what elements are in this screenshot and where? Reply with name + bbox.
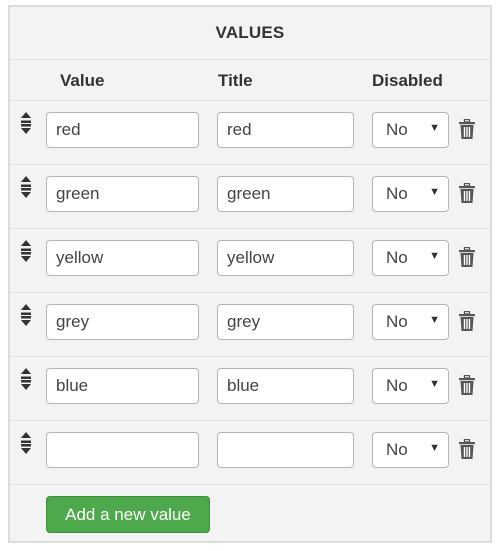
panel-title: VALUES — [10, 7, 490, 60]
trash-icon[interactable] — [459, 374, 475, 395]
disabled-select-value: No — [386, 312, 408, 331]
title-input[interactable] — [217, 368, 354, 404]
disabled-select-value: No — [386, 248, 408, 267]
drag-handle-icon[interactable] — [18, 367, 34, 391]
caret-down-icon: ▼ — [429, 186, 440, 198]
title-input[interactable] — [217, 176, 354, 212]
disabled-select[interactable]: No ▼ — [372, 304, 449, 340]
value-input[interactable] — [46, 240, 199, 276]
disabled-select[interactable]: No ▼ — [372, 112, 449, 148]
title-input[interactable] — [217, 112, 354, 148]
value-input[interactable] — [46, 432, 199, 468]
drag-handle-icon[interactable] — [18, 431, 34, 455]
column-header-value: Value — [60, 71, 105, 90]
caret-down-icon: ▼ — [429, 250, 440, 262]
caret-down-icon: ▼ — [429, 314, 440, 326]
add-new-value-button[interactable]: Add a new value — [46, 496, 210, 533]
title-input[interactable] — [217, 304, 354, 340]
drag-handle-icon[interactable] — [18, 111, 34, 135]
disabled-select-value: No — [386, 120, 408, 139]
title-input[interactable] — [217, 432, 354, 468]
value-row: No ▼ — [10, 293, 490, 357]
value-row: No ▼ — [10, 229, 490, 293]
value-input[interactable] — [46, 368, 199, 404]
trash-icon[interactable] — [459, 310, 475, 331]
disabled-select[interactable]: No ▼ — [372, 176, 449, 212]
trash-icon[interactable] — [459, 182, 475, 203]
trash-icon[interactable] — [459, 118, 475, 139]
value-input[interactable] — [46, 304, 199, 340]
caret-down-icon: ▼ — [429, 122, 440, 134]
disabled-select[interactable]: No ▼ — [372, 240, 449, 276]
disabled-select[interactable]: No ▼ — [372, 432, 449, 468]
disabled-select[interactable]: No ▼ — [372, 368, 449, 404]
value-row: No ▼ — [10, 357, 490, 421]
column-header-title: Title — [218, 71, 253, 90]
column-header-disabled: Disabled — [372, 71, 443, 90]
drag-handle-icon[interactable] — [18, 239, 34, 263]
value-row: No ▼ — [10, 101, 490, 165]
value-rows: No ▼ No ▼ No ▼ No ▼ No ▼ No ▼ — [10, 101, 490, 485]
drag-handle-icon[interactable] — [18, 175, 34, 199]
value-input[interactable] — [46, 112, 199, 148]
caret-down-icon: ▼ — [429, 442, 440, 454]
value-input[interactable] — [46, 176, 199, 212]
trash-icon[interactable] — [459, 438, 475, 459]
drag-handle-icon[interactable] — [18, 303, 34, 327]
value-row: No ▼ — [10, 421, 490, 485]
panel-footer: Add a new value — [10, 485, 490, 545]
caret-down-icon: ▼ — [429, 378, 440, 390]
value-row: No ▼ — [10, 165, 490, 229]
disabled-select-value: No — [386, 440, 408, 459]
values-panel: VALUES Value Title Disabled No ▼ No ▼ No ▼ No ▼… — [8, 5, 492, 543]
disabled-select-value: No — [386, 184, 408, 203]
disabled-select-value: No — [386, 376, 408, 395]
column-headers: Value Title Disabled — [10, 60, 490, 101]
title-input[interactable] — [217, 240, 354, 276]
trash-icon[interactable] — [459, 246, 475, 267]
